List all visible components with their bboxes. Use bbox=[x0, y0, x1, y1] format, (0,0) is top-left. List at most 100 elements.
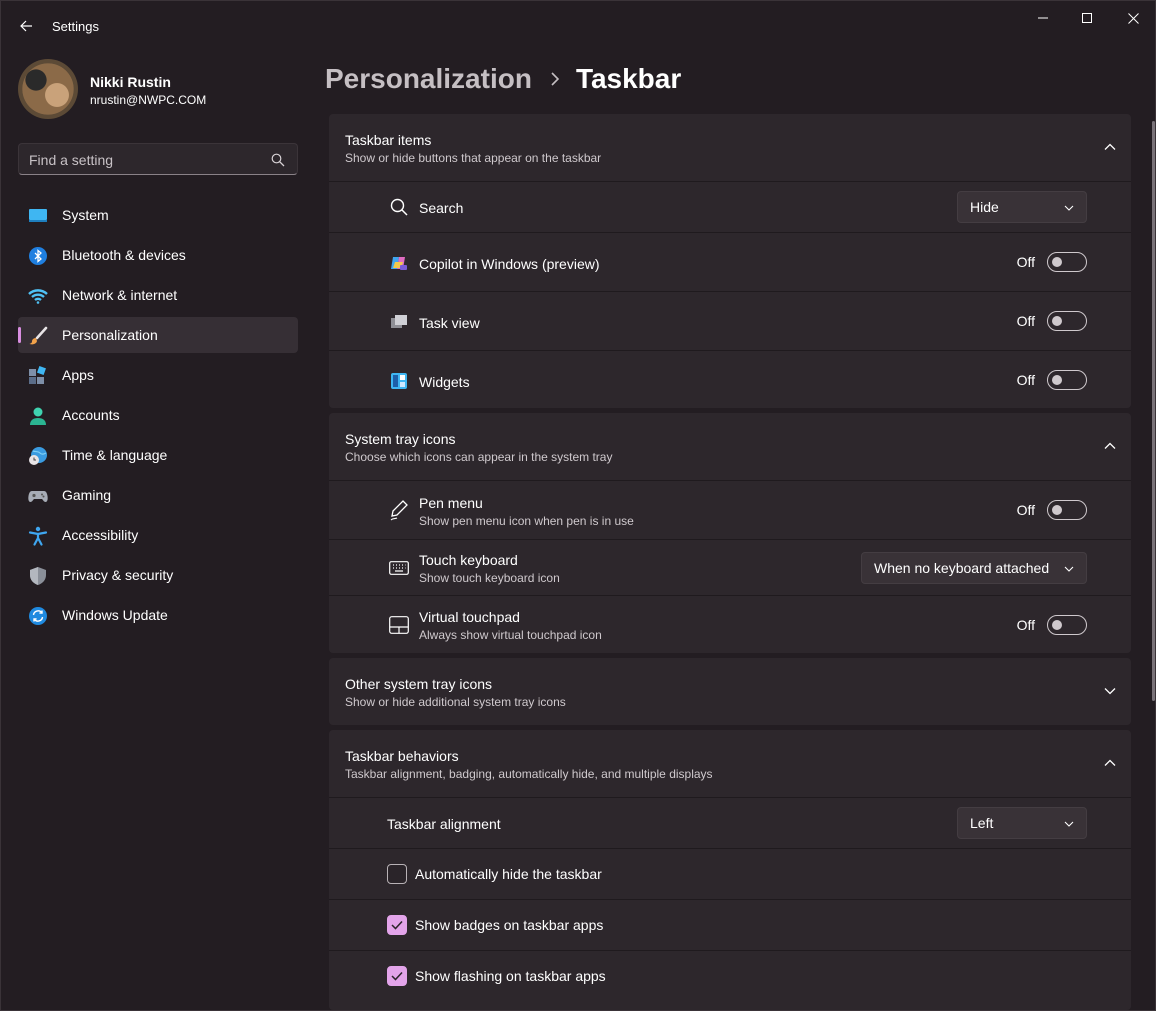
other-tray-header[interactable]: Other system tray icons Show or hide add… bbox=[329, 658, 1131, 725]
sidebar-item-label: Apps bbox=[62, 367, 94, 383]
sidebar-item-personalization[interactable]: Personalization bbox=[18, 317, 298, 353]
touch-keyboard-dropdown[interactable]: When no keyboard attached bbox=[861, 552, 1087, 584]
search-box[interactable] bbox=[18, 143, 298, 175]
shield-icon bbox=[28, 566, 48, 586]
sidebar-item-label: Personalization bbox=[62, 327, 158, 343]
section-title: Other system tray icons bbox=[345, 676, 493, 692]
minimize-button[interactable] bbox=[1020, 1, 1066, 35]
pen-menu-toggle-group: Off bbox=[1017, 500, 1087, 520]
close-icon bbox=[1127, 12, 1139, 24]
update-icon bbox=[28, 606, 48, 626]
pen-menu-toggle[interactable] bbox=[1047, 500, 1087, 520]
virtual-touchpad-toggle[interactable] bbox=[1047, 615, 1087, 635]
toggle-state-text: Off bbox=[1016, 372, 1035, 388]
taskbar-behaviors-header[interactable]: Taskbar behaviors Taskbar alignment, bad… bbox=[329, 730, 1131, 797]
sidebar-item-accounts[interactable]: Accounts bbox=[18, 397, 298, 433]
dropdown-value: When no keyboard attached bbox=[874, 560, 1050, 576]
section-title: System tray icons bbox=[345, 431, 456, 447]
row-label: Touch keyboard bbox=[419, 552, 518, 568]
taskbar-behaviors-section: Taskbar behaviors Taskbar alignment, bad… bbox=[329, 730, 1131, 1010]
title-bar: Settings bbox=[1, 1, 1156, 49]
sidebar-item-label: Accounts bbox=[62, 407, 120, 423]
keyboard-icon bbox=[389, 558, 409, 578]
row-label: Task view bbox=[419, 315, 480, 331]
sidebar-item-apps[interactable]: Apps bbox=[18, 357, 298, 393]
checkbox-label: Show flashing on taskbar apps bbox=[415, 968, 606, 984]
copilot-toggle[interactable] bbox=[1047, 252, 1087, 272]
other-tray-section: Other system tray icons Show or hide add… bbox=[329, 658, 1131, 725]
auto-hide-checkbox[interactable] bbox=[387, 864, 407, 884]
sidebar-item-accessibility[interactable]: Accessibility bbox=[18, 517, 298, 553]
chevron-up-icon bbox=[1104, 759, 1116, 766]
row-label: Virtual touchpad bbox=[419, 609, 520, 625]
copilot-icon bbox=[389, 253, 409, 273]
person-icon bbox=[28, 406, 48, 426]
row-label: Taskbar alignment bbox=[387, 816, 501, 832]
search-row: Search Hide bbox=[329, 181, 1131, 232]
sidebar-item-label: Network & internet bbox=[62, 287, 178, 303]
checkbox-label: Show badges on taskbar apps bbox=[415, 917, 604, 933]
taskbar-alignment-dropdown[interactable]: Left bbox=[957, 807, 1087, 839]
checkmark-icon bbox=[391, 920, 403, 930]
close-button[interactable] bbox=[1110, 1, 1156, 35]
sidebar-item-windows-update[interactable]: Windows Update bbox=[18, 597, 298, 633]
section-title: Taskbar behaviors bbox=[345, 748, 459, 764]
user-profile[interactable]: Nikki Rustin nrustin@NWPC.COM bbox=[18, 59, 298, 119]
flashing-row: Show flashing on taskbar apps bbox=[329, 950, 1131, 1010]
row-label: Widgets bbox=[419, 374, 470, 390]
sidebar-item-bluetooth[interactable]: Bluetooth & devices bbox=[18, 237, 298, 273]
page-title: Taskbar bbox=[575, 63, 682, 94]
sidebar-item-time-language[interactable]: Time & language bbox=[18, 437, 298, 473]
sidebar-item-gaming[interactable]: Gaming bbox=[18, 477, 298, 513]
system-icon bbox=[28, 206, 48, 226]
sidebar-item-privacy[interactable]: Privacy & security bbox=[18, 557, 298, 593]
sidebar-item-label: Privacy & security bbox=[62, 567, 174, 583]
row-sublabel: Always show virtual touchpad icon bbox=[419, 628, 602, 642]
task-view-toggle[interactable] bbox=[1047, 311, 1087, 331]
pen-menu-row: Pen menu Show pen menu icon when pen is … bbox=[329, 480, 1131, 539]
task-view-row: Task view Off bbox=[329, 291, 1131, 350]
sidebar-item-label: Bluetooth & devices bbox=[62, 247, 186, 263]
badges-checkbox[interactable] bbox=[387, 915, 407, 935]
breadcrumb-parent[interactable]: Personalization bbox=[325, 63, 532, 95]
app-title: Settings bbox=[52, 19, 99, 34]
search-mode-dropdown[interactable]: Hide bbox=[957, 191, 1087, 223]
widgets-toggle[interactable] bbox=[1047, 370, 1087, 390]
breadcrumb: Personalization Taskbar bbox=[325, 61, 681, 97]
user-name: Nikki Rustin bbox=[90, 74, 171, 90]
maximize-button[interactable] bbox=[1064, 1, 1110, 35]
sidebar-item-network[interactable]: Network & internet bbox=[18, 277, 298, 313]
chevron-down-icon bbox=[1104, 688, 1116, 695]
section-subtitle: Show or hide additional system tray icon… bbox=[345, 695, 566, 709]
touch-keyboard-row: Touch keyboard Show touch keyboard icon … bbox=[329, 539, 1131, 595]
chevron-right-icon bbox=[550, 72, 560, 86]
back-arrow-icon bbox=[20, 20, 32, 32]
toggle-state-text: Off bbox=[1016, 313, 1035, 329]
apps-icon bbox=[28, 366, 48, 386]
flashing-checkbox[interactable] bbox=[387, 966, 407, 986]
checkbox-label: Automatically hide the taskbar bbox=[415, 866, 602, 882]
touchpad-icon bbox=[389, 615, 409, 635]
system-tray-header[interactable]: System tray icons Choose which icons can… bbox=[329, 413, 1131, 480]
dropdown-value: Left bbox=[970, 815, 994, 831]
virtual-touchpad-toggle-group: Off bbox=[1017, 615, 1087, 635]
sidebar-item-label: System bbox=[62, 207, 109, 223]
globe-clock-icon bbox=[28, 446, 48, 466]
row-label: Copilot in Windows (preview) bbox=[419, 256, 600, 272]
search-input[interactable] bbox=[29, 150, 259, 170]
auto-hide-row: Automatically hide the taskbar bbox=[329, 848, 1131, 899]
sidebar-nav: System Bluetooth & devices Network & int… bbox=[18, 197, 298, 637]
chevron-down-icon bbox=[1064, 566, 1074, 572]
back-button[interactable] bbox=[11, 11, 41, 41]
sidebar-item-label: Windows Update bbox=[62, 607, 168, 623]
toggle-state-text: Off bbox=[1016, 617, 1035, 633]
pen-icon bbox=[389, 500, 409, 521]
chevron-up-icon bbox=[1104, 442, 1116, 449]
scrollbar[interactable] bbox=[1152, 121, 1155, 701]
wifi-icon bbox=[28, 286, 48, 306]
sidebar-item-system[interactable]: System bbox=[18, 197, 298, 233]
row-label: Pen menu bbox=[419, 495, 483, 511]
taskbar-items-header[interactable]: Taskbar items Show or hide buttons that … bbox=[329, 114, 1131, 181]
paintbrush-icon bbox=[28, 326, 48, 346]
search-icon bbox=[271, 153, 285, 167]
